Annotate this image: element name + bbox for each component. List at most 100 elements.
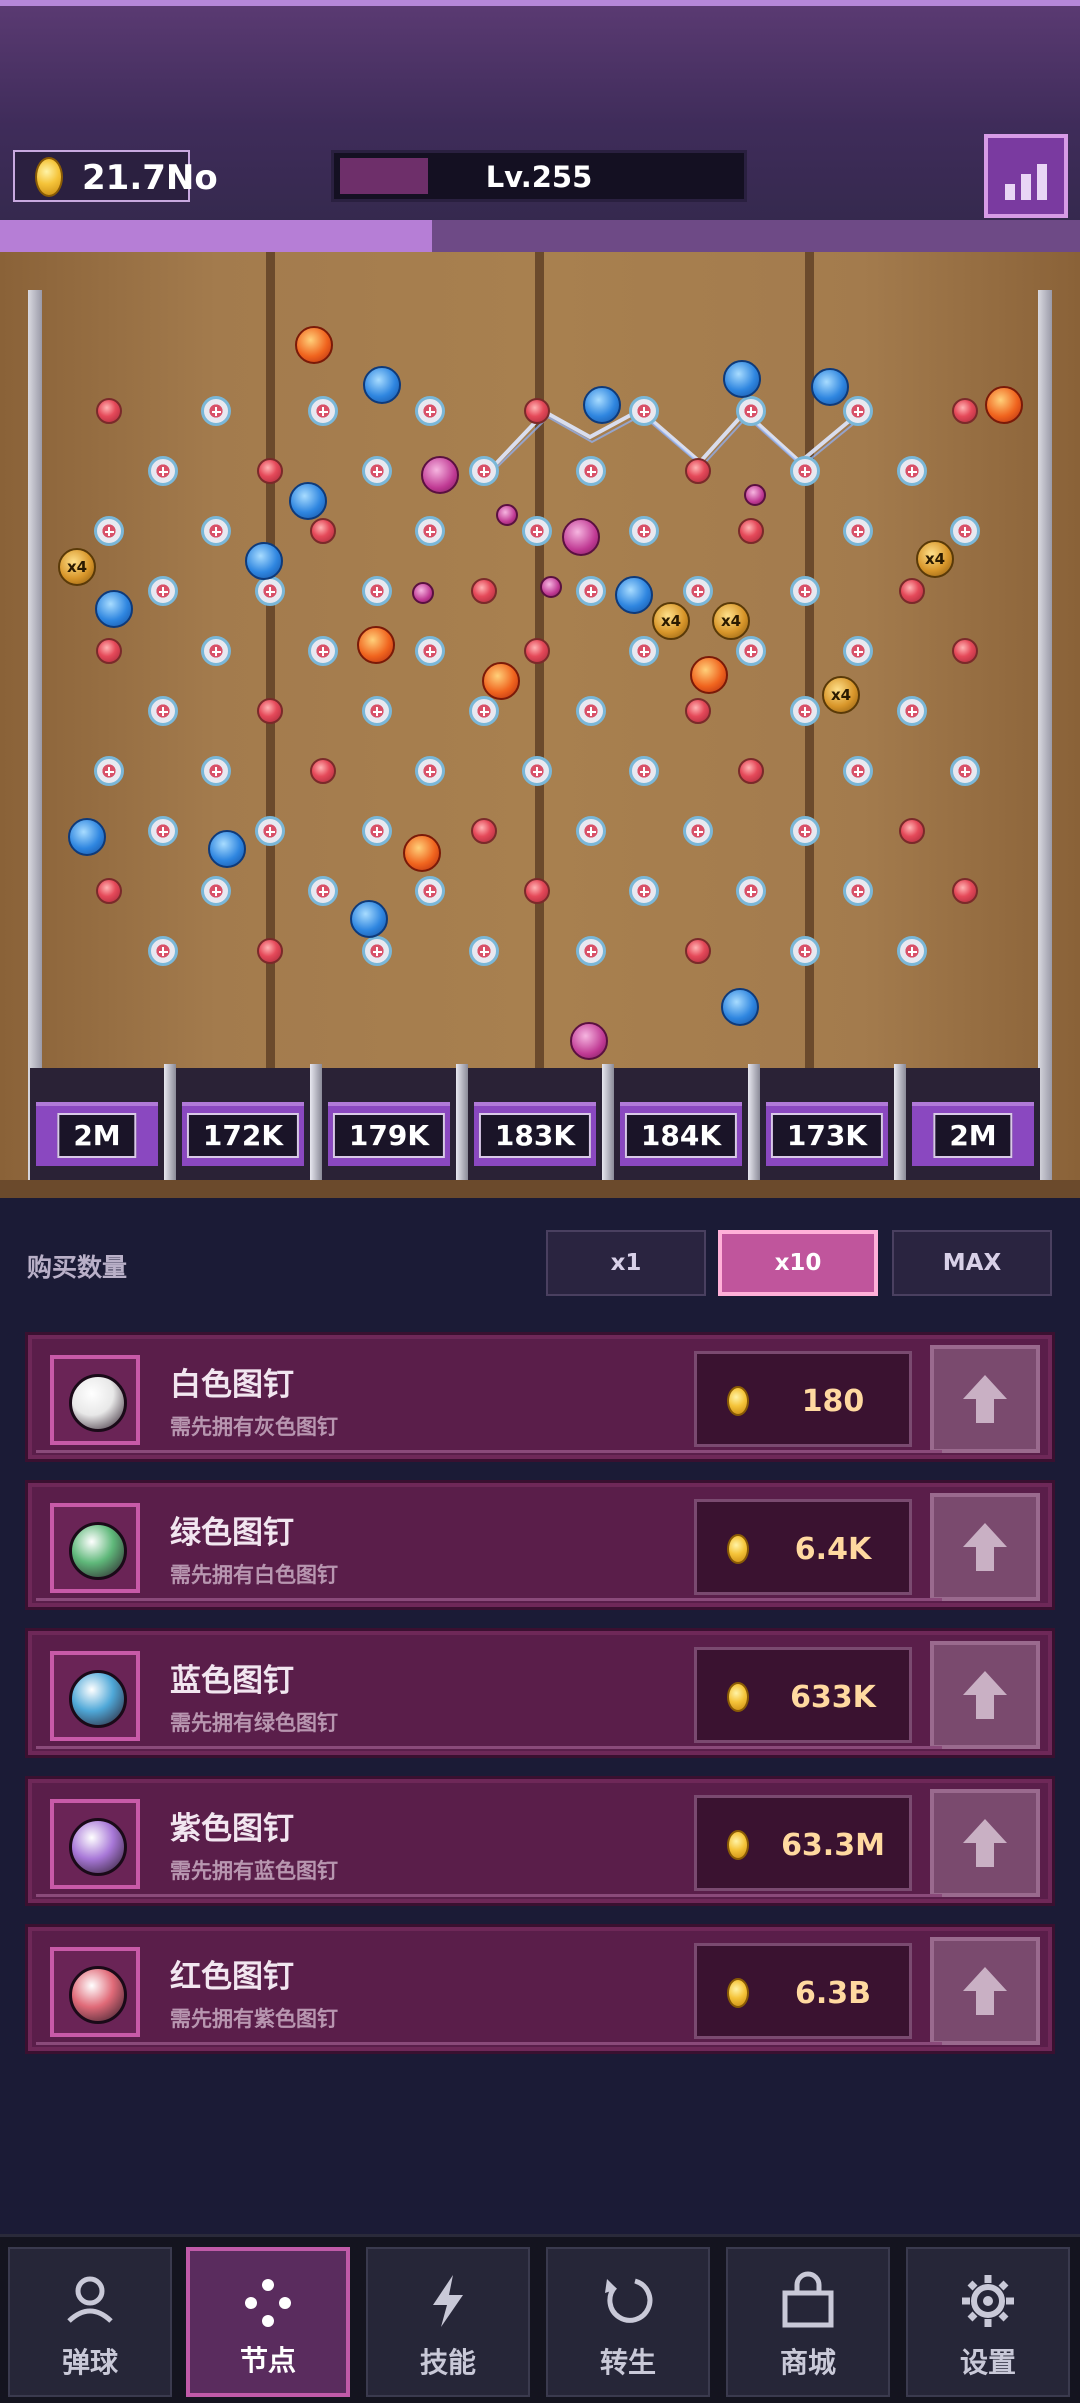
ball [723,360,761,398]
currency-display: 21.7No [13,150,218,202]
red-peg-icon [69,1966,127,2024]
arrow-up-icon [963,1819,1007,1867]
ball [95,590,133,628]
red-peg [952,878,978,904]
board-floor [0,1180,1080,1198]
nodes-icon [245,2279,291,2327]
score-bucket: 2M [30,1068,164,1180]
silver-peg [415,756,445,786]
stats-button[interactable] [984,134,1068,218]
silver-peg [255,576,285,606]
silver-peg [576,816,606,846]
silver-peg [362,696,392,726]
silver-peg [843,636,873,666]
silver-peg [790,576,820,606]
bottom-nav: 弹球 节点 技能 转生 商城 设置 [0,2234,1080,2403]
price-value: 6.4K [794,1532,872,1567]
silver-peg [94,756,124,786]
silver-peg [576,936,606,966]
ball [403,834,441,872]
bucket-divider [164,1064,176,1184]
coin-icon [727,1386,749,1416]
upgrade-row: 红色图钉 需先拥有紫色图钉 6.3B [25,1924,1055,2054]
silver-peg [843,396,873,426]
nav-rebirth[interactable]: 转生 [546,2247,710,2397]
silver-peg [736,636,766,666]
top-hud: 21.7No Lv.255 [0,0,1080,222]
upgrade-row: 紫色图钉 需先拥有蓝色图钉 63.3M [25,1776,1055,1906]
upgrade-requirement: 需先拥有紫色图钉 [170,2007,338,2031]
nav-label: 设置 [959,2346,1016,2379]
ball [540,576,562,598]
bucket-value: 179K [332,1113,446,1158]
peg-icon-frame [50,1947,140,2037]
red-peg [524,878,550,904]
ball [690,656,728,694]
ball [245,542,283,580]
coin-icon [35,157,63,197]
upgrade-button[interactable] [930,1345,1040,1453]
red-peg [96,398,122,424]
silver-peg [576,696,606,726]
level-progress-bar: Lv.255 [331,150,747,202]
level-label: Lv.255 [485,160,593,194]
red-peg [524,638,550,664]
silver-peg [897,456,927,486]
bucket-divider [310,1064,322,1184]
upgrade-name: 蓝色图钉 [170,1663,294,1699]
silver-peg [415,876,445,906]
red-peg [524,398,550,424]
nav-settings[interactable]: 设置 [906,2247,1070,2397]
red-peg [952,638,978,664]
multiplier-ball: x4 [58,548,96,586]
upgrade-button[interactable] [930,1641,1040,1749]
shop-bag-icon [782,2271,834,2328]
ball [496,504,518,526]
ball [744,484,766,506]
peg-icon-frame [50,1799,140,1889]
nav-nodes[interactable]: 节点 [186,2247,350,2397]
ball [357,626,395,664]
ball-launch-icon [67,2276,113,2323]
upgrade-button[interactable] [930,1789,1040,1897]
qty-x10-button[interactable]: x10 [718,1230,878,1296]
score-bucket: 172K [176,1068,310,1180]
nav-shop[interactable]: 商城 [726,2247,890,2397]
nav-skills[interactable]: 技能 [366,2247,530,2397]
silver-peg [362,816,392,846]
upgrade-button[interactable] [930,1493,1040,1601]
nav-ball[interactable]: 弹球 [8,2247,172,2397]
bucket-value: 172K [186,1113,300,1158]
peg-icon-frame [50,1355,140,1445]
silver-peg [201,516,231,546]
multiplier-ball: x4 [916,540,954,578]
silver-peg [629,636,659,666]
silver-peg [736,876,766,906]
green-peg-icon [69,1522,127,1580]
score-bucket: 179K [322,1068,456,1180]
silver-peg [94,516,124,546]
red-peg [738,518,764,544]
silver-peg [683,576,713,606]
coin-icon [727,1682,749,1712]
silver-peg [201,756,231,786]
ball [68,818,106,856]
upgrade-name: 紫色图钉 [170,1811,294,1847]
upgrade-price: 6.4K [694,1499,912,1595]
silver-peg [897,696,927,726]
ball [985,386,1023,424]
qty-max-button[interactable]: MAX [892,1230,1052,1296]
bar-chart-icon [1002,164,1050,200]
ball [363,366,401,404]
red-peg [257,698,283,724]
upgrade-button[interactable] [930,1937,1040,2045]
price-value: 633K [790,1680,876,1715]
arrow-up-icon [963,1967,1007,2015]
upgrade-row: 白色图钉 需先拥有灰色图钉 180 [25,1332,1055,1462]
qty-x1-button[interactable]: x1 [546,1230,706,1296]
red-peg [471,578,497,604]
score-buckets: 2M 172K 179K 183K 184K 173K 2M [30,1064,1050,1184]
ball [583,386,621,424]
red-peg [310,518,336,544]
silver-peg [148,456,178,486]
